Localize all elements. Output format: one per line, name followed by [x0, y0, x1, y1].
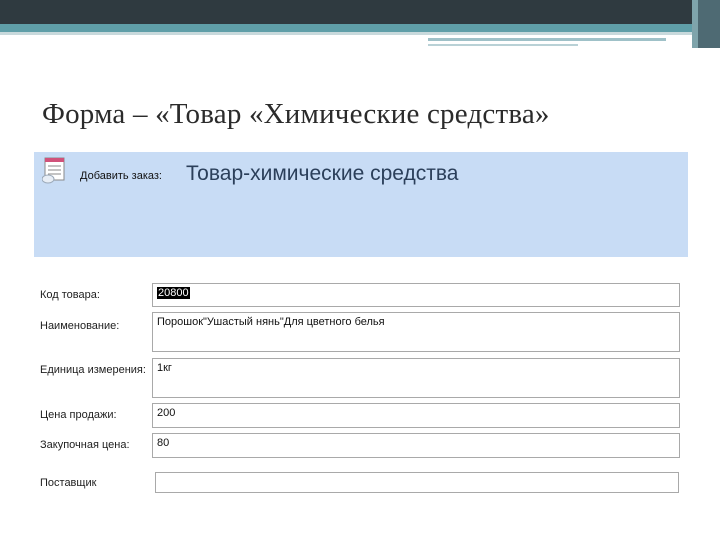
- supplier-label: Поставщик: [40, 477, 97, 489]
- unit-field[interactable]: 1кг: [152, 358, 680, 398]
- form-icon: [42, 157, 65, 184]
- decor-line: [428, 44, 578, 46]
- purchase-price-label: Закупочная цена:: [40, 439, 130, 451]
- product-name-label: Наименование:: [40, 320, 120, 332]
- product-code-value: 20800: [157, 287, 190, 299]
- product-code-label: Код товара:: [40, 289, 100, 301]
- supplier-field[interactable]: [155, 472, 679, 493]
- product-code-field[interactable]: 20800: [152, 283, 680, 307]
- decor-edge: [698, 0, 720, 48]
- top-decor-bar: [0, 0, 720, 24]
- sale-price-field[interactable]: 200: [152, 403, 680, 428]
- decor-line: [428, 38, 666, 41]
- top-light-bar: [0, 32, 720, 35]
- slide-title: Форма – «Товар «Химические средства»: [42, 98, 550, 130]
- form-caption: Товар-химические средства: [186, 162, 459, 185]
- top-accent-bar: [0, 24, 720, 32]
- add-order-label: Добавить заказ:: [80, 170, 162, 182]
- sale-price-label: Цена продажи:: [40, 409, 117, 421]
- product-name-field[interactable]: Порошок"Ушастый нянь"Для цветного белья: [152, 312, 680, 352]
- purchase-price-field[interactable]: 80: [152, 433, 680, 458]
- unit-label: Единица измерения:: [40, 364, 146, 376]
